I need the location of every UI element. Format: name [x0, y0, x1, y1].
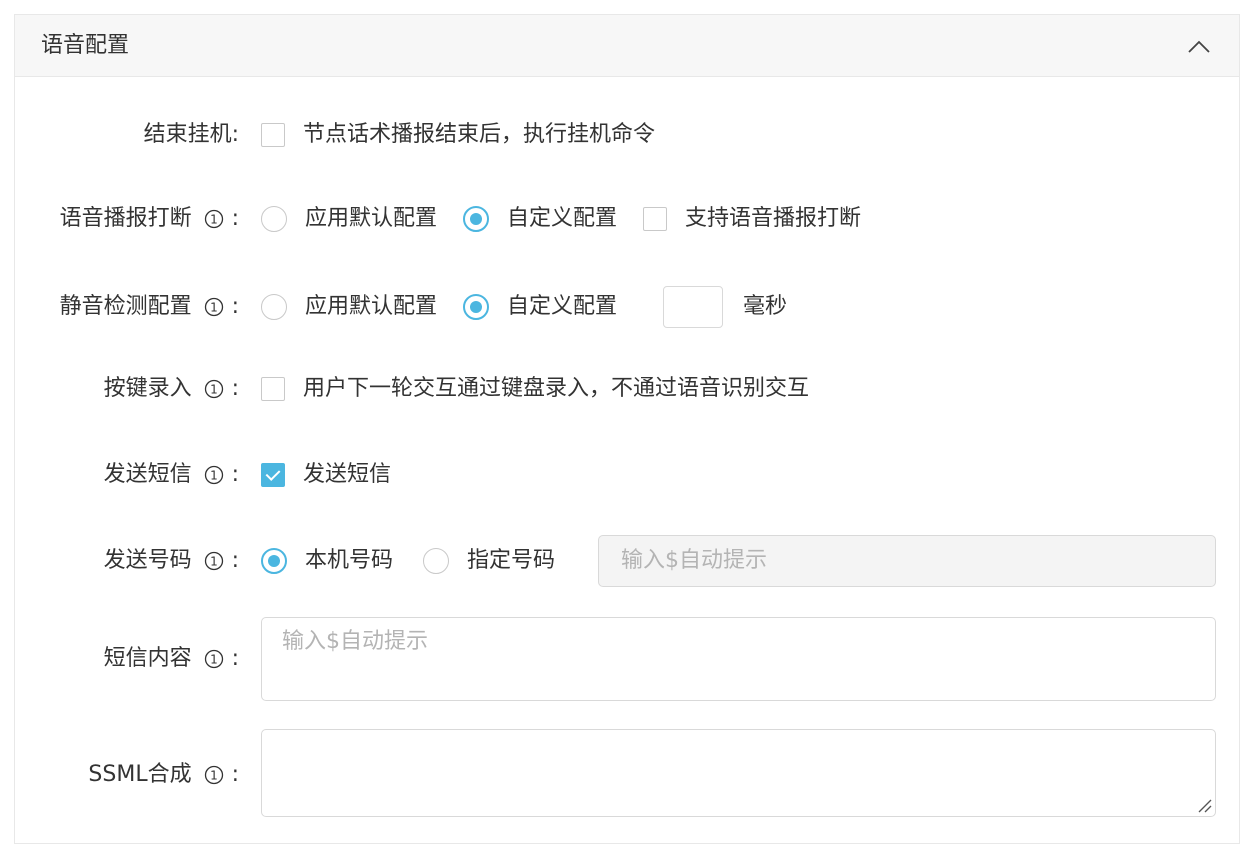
row-ssml: SSML合成 1 : — [15, 729, 1239, 817]
number-input[interactable]: 输入$自动提示 — [598, 535, 1216, 587]
silence-custom-radio[interactable] — [463, 294, 490, 320]
row-interrupt: 语音播报打断 1 : 应用默认配置 自定义配置 支持语音播报打断 — [15, 197, 1239, 241]
content-label: 短信内容 1 : — [104, 645, 239, 673]
interrupt-support-checkbox[interactable] — [643, 207, 668, 231]
row-sms: 发送短信 1 : 发送短信 — [15, 453, 1239, 497]
silence-unit: 毫秒 — [743, 294, 788, 319]
hangup-label-text: 结束挂机: — [143, 122, 239, 147]
silence-default-label: 应用默认配置 — [305, 294, 438, 319]
row-silence: 静音检测配置 1 : 应用默认配置 自定义配置 毫秒 — [15, 285, 1239, 329]
row-dtmf: 按键录入 1 : 用户下一轮交互通过键盘录入，不通过语音识别交互 — [15, 367, 1239, 411]
silence-colon: : — [231, 294, 239, 319]
number-colon: : — [231, 548, 239, 573]
dtmf-colon: : — [231, 376, 239, 401]
sms-label: 发送短信 1 : — [104, 461, 239, 489]
info-icon[interactable]: 1 — [204, 765, 224, 785]
hangup-controls: 节点话术播报结束后，执行挂机命令 — [261, 113, 681, 157]
interrupt-label: 语音播报打断 1 : — [60, 205, 239, 233]
dtmf-label: 按键录入 1 : — [104, 375, 239, 403]
resize-handle-icon[interactable] — [1196, 797, 1212, 813]
interrupt-custom-radio[interactable] — [463, 206, 490, 232]
info-icon[interactable]: 1 — [204, 379, 224, 399]
dtmf-label-text: 按键录入 — [103, 376, 192, 401]
sms-label-text: 发送短信 — [103, 462, 192, 487]
interrupt-controls: 应用默认配置 自定义配置 支持语音播报打断 — [261, 197, 887, 241]
number-label: 发送号码 1 : — [104, 547, 239, 575]
silence-label-text: 静音检测配置 — [59, 294, 192, 319]
info-icon[interactable]: 1 — [204, 551, 224, 571]
panel-title: 语音配置 — [41, 33, 130, 58]
voice-config-panel: 语音配置 结束挂机: 节点话术播报结束后，执行挂机命令 语音播报打断 1 : 应… — [14, 14, 1240, 844]
interrupt-support-label: 支持语音播报打断 — [685, 206, 862, 231]
number-label-text: 发送号码 — [103, 548, 192, 573]
number-local-label: 本机号码 — [305, 548, 394, 573]
dtmf-checkbox-option[interactable]: 用户下一轮交互通过键盘录入，不通过语音识别交互 — [261, 375, 809, 403]
silence-ms-input[interactable] — [663, 286, 724, 328]
svg-text:1: 1 — [210, 769, 218, 783]
sms-content-textarea[interactable]: 输入$自动提示 — [261, 617, 1216, 701]
svg-text:1: 1 — [210, 213, 218, 227]
interrupt-custom-option[interactable]: 自定义配置 — [463, 205, 617, 233]
silence-custom-option[interactable]: 自定义配置 — [463, 293, 617, 321]
interrupt-colon: : — [231, 206, 239, 231]
info-icon[interactable]: 1 — [204, 465, 224, 485]
ssml-colon: : — [231, 762, 239, 787]
silence-controls: 应用默认配置 自定义配置 毫秒 — [261, 285, 787, 329]
interrupt-default-option[interactable]: 应用默认配置 — [261, 205, 437, 233]
hangup-checkbox-option[interactable]: 节点话术播报结束后，执行挂机命令 — [261, 121, 655, 149]
number-specified-label: 指定号码 — [467, 548, 556, 573]
interrupt-default-radio[interactable] — [261, 206, 287, 232]
sms-checkbox[interactable] — [261, 463, 285, 487]
number-controls: 本机号码 指定号码 — [261, 535, 581, 587]
silence-default-option[interactable]: 应用默认配置 — [261, 293, 437, 321]
silence-default-radio[interactable] — [261, 294, 287, 320]
number-specified-radio[interactable] — [423, 548, 450, 574]
sms-checkbox-option[interactable]: 发送短信 — [261, 461, 391, 489]
ssml-label-text: SSML合成 — [88, 762, 192, 787]
row-number: 发送号码 1 : 本机号码 指定号码 输入$自动提示 — [15, 535, 1239, 587]
content-label-text: 短信内容 — [103, 646, 192, 671]
svg-text:1: 1 — [210, 383, 218, 397]
hangup-checkbox-label: 节点话术播报结束后，执行挂机命令 — [303, 122, 656, 147]
row-hangup: 结束挂机: 节点话术播报结束后，执行挂机命令 — [15, 113, 1239, 157]
silence-label: 静音检测配置 1 : — [60, 293, 239, 321]
svg-text:1: 1 — [210, 469, 218, 483]
panel-header[interactable]: 语音配置 — [15, 15, 1239, 77]
info-icon[interactable]: 1 — [204, 209, 224, 229]
ssml-label: SSML合成 1 : — [88, 761, 239, 789]
interrupt-default-label: 应用默认配置 — [305, 206, 438, 231]
info-icon[interactable]: 1 — [204, 649, 224, 669]
number-specified-option[interactable]: 指定号码 — [423, 547, 555, 575]
sms-colon: : — [231, 462, 239, 487]
number-local-radio[interactable] — [261, 548, 287, 574]
interrupt-label-text: 语音播报打断 — [59, 206, 192, 231]
row-content: 短信内容 1 : 输入$自动提示 — [15, 617, 1239, 701]
interrupt-support-option[interactable]: 支持语音播报打断 — [643, 205, 861, 233]
dtmf-checkbox-label: 用户下一轮交互通过键盘录入，不通过语音识别交互 — [303, 376, 810, 401]
content-colon: : — [231, 646, 239, 671]
dtmf-checkbox[interactable] — [261, 377, 285, 401]
sms-checkbox-label: 发送短信 — [303, 462, 392, 487]
number-local-option[interactable]: 本机号码 — [261, 547, 393, 575]
silence-custom-label: 自定义配置 — [507, 294, 618, 319]
chevron-up-icon[interactable] — [1185, 33, 1213, 61]
dtmf-controls: 用户下一轮交互通过键盘录入，不通过语音识别交互 — [261, 367, 835, 411]
svg-text:1: 1 — [210, 555, 218, 569]
svg-text:1: 1 — [210, 653, 218, 667]
ssml-textarea[interactable] — [261, 729, 1216, 817]
interrupt-custom-label: 自定义配置 — [507, 206, 618, 231]
info-icon[interactable]: 1 — [204, 297, 224, 317]
sms-controls: 发送短信 — [261, 453, 417, 497]
hangup-label: 结束挂机: — [144, 121, 239, 149]
hangup-checkbox[interactable] — [261, 123, 285, 147]
svg-text:1: 1 — [210, 301, 218, 315]
